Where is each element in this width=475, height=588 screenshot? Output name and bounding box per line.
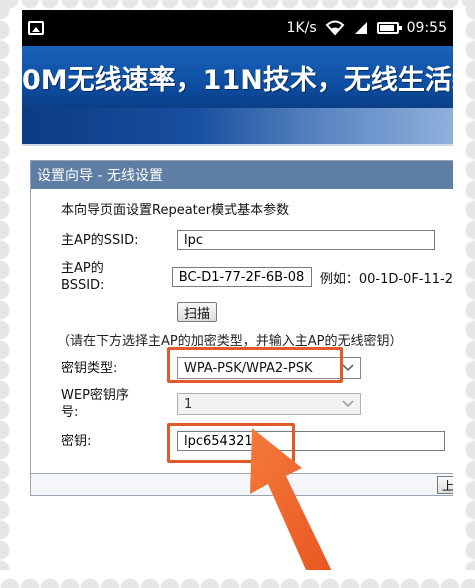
banner-strip bbox=[22, 108, 453, 146]
wifi-icon bbox=[325, 20, 345, 36]
bssid-input[interactable]: BC-D1-77-2F-6B-08 bbox=[171, 267, 312, 287]
bssid-example: 例如：00-1D-0F-11-2 bbox=[319, 271, 453, 287]
router-banner: 0M无线速率，11N技术，无线生活新 bbox=[22, 46, 453, 108]
signal-icon bbox=[354, 22, 367, 34]
frame-left-edge bbox=[0, 0, 22, 588]
panel-title: 设置向导 - 无线设置 bbox=[31, 161, 453, 189]
battery-icon bbox=[376, 22, 402, 34]
frame-bottom-edge bbox=[0, 570, 475, 588]
status-bar: 1K/s 09:55 bbox=[22, 10, 453, 46]
ssid-input[interactable]: lpc bbox=[177, 230, 435, 250]
pointer-arrow-icon bbox=[250, 428, 340, 588]
intro-text: 本向导页面设置Repeater模式基本参数 bbox=[61, 203, 290, 218]
network-speed: 1K/s bbox=[286, 20, 317, 36]
frame-right-edge bbox=[453, 0, 475, 588]
scan-row: 扫描 bbox=[61, 302, 453, 322]
key-type-label: 密钥类型: bbox=[61, 360, 118, 376]
key-type-row: 密钥类型: WPA-PSK/WPA2-PSK bbox=[61, 347, 453, 383]
frame-top-edge bbox=[0, 0, 475, 12]
ssid-row: 主AP的SSID: lpc bbox=[61, 230, 453, 250]
key-label: 密钥: bbox=[61, 433, 92, 449]
image-notification-icon bbox=[28, 21, 44, 35]
chevron-down-icon bbox=[342, 364, 354, 372]
wep-index-row: WEP密钥序 号: 1 bbox=[61, 387, 453, 421]
chevron-down-icon bbox=[342, 400, 354, 408]
next-button[interactable]: 上 bbox=[437, 476, 453, 494]
bssid-row: 主AP的 BSSID: BC-D1-77-2F-6B-08 例如：00-1D-0… bbox=[61, 260, 453, 294]
wep-index-value: 1 bbox=[184, 396, 193, 412]
clock: 09:55 bbox=[406, 20, 447, 36]
banner-text: 0M无线速率，11N技术，无线生活新 bbox=[22, 64, 453, 96]
highlight-key-type bbox=[167, 347, 343, 383]
wep-index-label: WEP密钥序 号: bbox=[61, 388, 129, 420]
scan-button[interactable]: 扫描 bbox=[177, 302, 218, 322]
ssid-label: 主AP的SSID: bbox=[61, 232, 139, 248]
wep-index-select[interactable]: 1 bbox=[177, 393, 361, 415]
bssid-label: 主AP的 BSSID: bbox=[61, 261, 105, 293]
